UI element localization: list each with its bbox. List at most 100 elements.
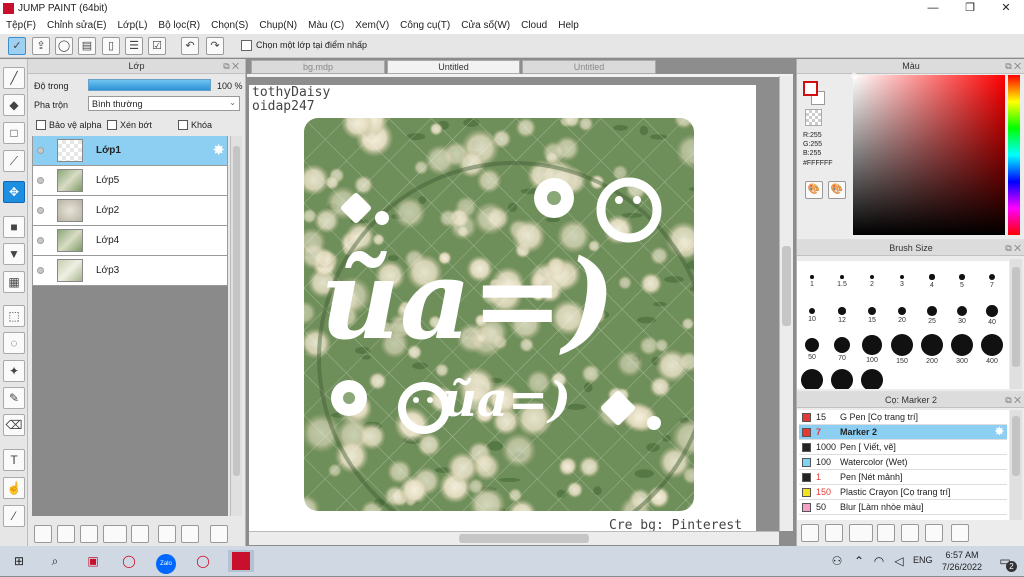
check-icon[interactable]: ✓ [8,37,26,55]
menu-layer[interactable]: Lớp(L) [118,20,148,31]
menu-edit[interactable]: Chỉnh sửa(E) [47,20,107,31]
brush-trash-icon[interactable] [951,524,969,542]
brush-size-option[interactable]: 7 [977,267,1007,289]
menu-tools[interactable]: Công cụ(T) [400,20,450,31]
trash-icon[interactable] [210,525,228,543]
brush-size-option[interactable]: 1 [797,267,827,288]
document-icon[interactable]: ▯ [102,37,120,55]
opacity-slider[interactable] [88,79,211,91]
gear-icon[interactable]: ✸ [212,141,225,159]
tab-untitled-2[interactable]: Untitled [522,60,656,74]
move-tool-icon[interactable]: ✥ [3,181,25,203]
clip-checkbox[interactable] [107,120,117,130]
bucket-tool-icon[interactable]: ▼ [3,243,25,265]
protect-alpha-checkbox[interactable] [36,120,46,130]
panel-expand-icon[interactable]: ⧉ ✕ [1005,61,1021,72]
visibility-icon[interactable] [37,177,44,184]
snap-layer-checkbox[interactable] [241,40,252,51]
brush-size-option[interactable]: 100 [857,335,887,364]
menu-filter[interactable]: Bộ lọc(R) [158,20,200,31]
transparent-color-swatch[interactable] [805,109,822,126]
select-pen-icon[interactable]: ✎ [3,387,25,409]
brush-size-option[interactable]: 30 [947,301,977,325]
brush-size-option[interactable]: 150 [887,334,917,365]
new-layer-8bit-icon[interactable] [57,525,75,543]
brush-folder-icon[interactable] [901,524,919,542]
search-icon[interactable]: ⌕ [42,550,68,572]
volume-icon[interactable]: ◁ [886,550,912,572]
line-tool-icon[interactable]: ⟋ [3,150,25,172]
layer-row[interactable]: Lớp4 [32,226,228,256]
clock[interactable]: 6:57 AM 7/26/2022 [942,550,982,572]
brush-preset-item[interactable]: 1 Pen [Nét mảnh] [799,470,1007,485]
layer-scrollbar[interactable] [230,136,242,516]
hue-slider[interactable] [1008,75,1020,235]
blend-select[interactable]: Bình thường ⌄ [88,96,240,111]
menu-capture[interactable]: Chụp(N) [259,20,297,31]
maximize-button[interactable]: ❐ [953,0,987,17]
menu-file[interactable]: Tệp(F) [6,20,36,31]
folder-icon[interactable] [131,525,149,543]
brush-size-option[interactable]: 12 [827,301,857,324]
brush-settings-icon[interactable] [801,524,819,542]
windows-start-icon[interactable]: ⊞ [6,550,32,572]
panel-expand-icon[interactable]: ⧉ ✕ [1005,243,1021,254]
layer-row[interactable]: Lớp3 [32,256,228,286]
lasso-icon[interactable]: ◌ [3,332,25,354]
brush-size-option[interactable]: 40 [977,301,1007,326]
eraser-tool-icon[interactable]: ◆ [3,94,25,116]
panel-expand-icon[interactable]: ⧉ ✕ [223,61,239,72]
brush-copy-icon[interactable] [925,524,943,542]
menu-window[interactable]: Cửa số(W) [461,20,510,31]
brush-preset-item[interactable]: 100 Watercolor (Wet) [799,455,1007,470]
magic-wand-icon[interactable]: ✦ [3,360,25,382]
lock-checkbox[interactable] [178,120,188,130]
canvas-page[interactable]: tothyDaisy oidap247 ũa=) ũa=) Cre bg: Pi… [249,85,756,531]
menu-color[interactable]: Màu (C) [308,20,344,31]
opera-icon[interactable]: ◯ [116,550,142,572]
app-icon-1[interactable]: ▣ [80,550,106,572]
palette-settings-icon[interactable]: 🎨 [828,181,846,199]
new-brush-icon[interactable] [825,524,843,542]
brush-size-option[interactable]: 20 [887,301,917,324]
gradient-tool-icon[interactable]: ▦ [3,271,25,293]
fill-rect-tool-icon[interactable]: ■ [3,216,25,238]
rectangle-tool-icon[interactable]: □ [3,122,25,144]
select-rect-icon[interactable]: ⬚ [3,305,25,327]
layer-row[interactable]: Lớp2 [32,196,228,226]
brush-size-option[interactable] [827,369,857,389]
checklist-icon[interactable]: ☑ [148,37,166,55]
brush-tool-icon[interactable]: ╱ [3,67,25,89]
vertical-scrollbar[interactable] [779,76,793,531]
comment-icon[interactable]: ▤ [78,37,96,55]
brush-size-option[interactable]: 25 [917,301,947,325]
layer-row[interactable]: Lớp1 ✸ [32,136,228,166]
visibility-icon[interactable] [37,147,44,154]
brush-preset-item[interactable]: 1000 Pen [ Viết, vẽ] [799,440,1007,455]
menu-help[interactable]: Help [558,20,579,31]
jump-paint-taskbar-icon[interactable] [228,550,254,572]
add-layer-dropdown-icon[interactable] [103,525,127,543]
horizontal-scrollbar[interactable] [249,531,779,545]
menu-cloud[interactable]: Cloud [521,20,547,31]
menu-select[interactable]: Chọn(S) [211,20,248,31]
visibility-icon[interactable] [37,207,44,214]
export-icon[interactable]: ⇪ [32,37,50,55]
brush-size-option[interactable]: 300 [947,334,977,365]
merge-layer-icon[interactable] [181,525,199,543]
brush-size-option[interactable]: 15 [857,301,887,324]
zalo-icon[interactable]: Zalo [153,550,179,574]
redo-icon[interactable]: ↷ [206,37,224,55]
panel-expand-icon[interactable]: ⧉ ✕ [1005,395,1021,406]
color-picker-cursor[interactable] [851,73,857,79]
operation-tool-icon[interactable]: ☝ [3,477,25,499]
preset-scrollbar[interactable] [1010,410,1022,520]
brush-size-option[interactable]: 2 [857,267,887,288]
brush-preset-item[interactable]: 150 Plastic Crayon [Cọ trang trí] [799,485,1007,500]
foreground-color-swatch[interactable] [803,81,818,96]
brush-dropdown-icon[interactable] [849,524,873,542]
speech-bubble-icon[interactable]: ◯ [55,37,73,55]
new-layer-1bit-icon[interactable] [80,525,98,543]
brush-size-option[interactable]: 200 [917,334,947,365]
brush-size-option[interactable]: 4 [917,267,947,289]
